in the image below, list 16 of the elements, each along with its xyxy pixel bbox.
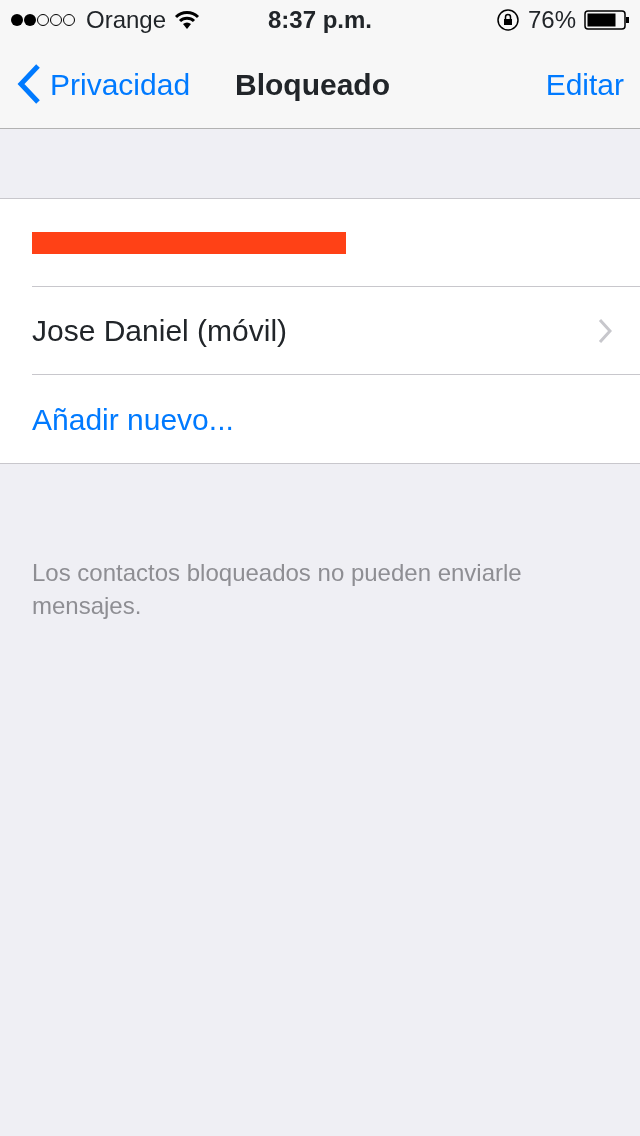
battery-icon (584, 10, 630, 30)
contact-name: Jose Daniel (móvil) (32, 313, 288, 349)
clock-time: 8:37 p.m. (268, 5, 373, 35)
blocked-contact-row[interactable]: Jose Daniel (móvil) (32, 287, 640, 375)
footer-note: Los contactos bloqueados no pueden enviarle mensajes. (31, 558, 523, 621)
battery-percent: 76% (527, 5, 576, 35)
back-chevron-icon (16, 63, 42, 105)
page-title: Bloqueado (235, 67, 390, 103)
chevron-icon (598, 317, 612, 344)
edit-button[interactable]: Editar (545, 61, 624, 107)
back-button[interactable]: Privacidad (16, 61, 191, 107)
carrier-name: Orange (86, 5, 167, 35)
wifi-icon (174, 10, 201, 30)
signal-icon (10, 13, 78, 27)
rotation-lock-icon (495, 8, 520, 32)
add-new-link[interactable]: Añadir nuevo... (32, 396, 234, 442)
